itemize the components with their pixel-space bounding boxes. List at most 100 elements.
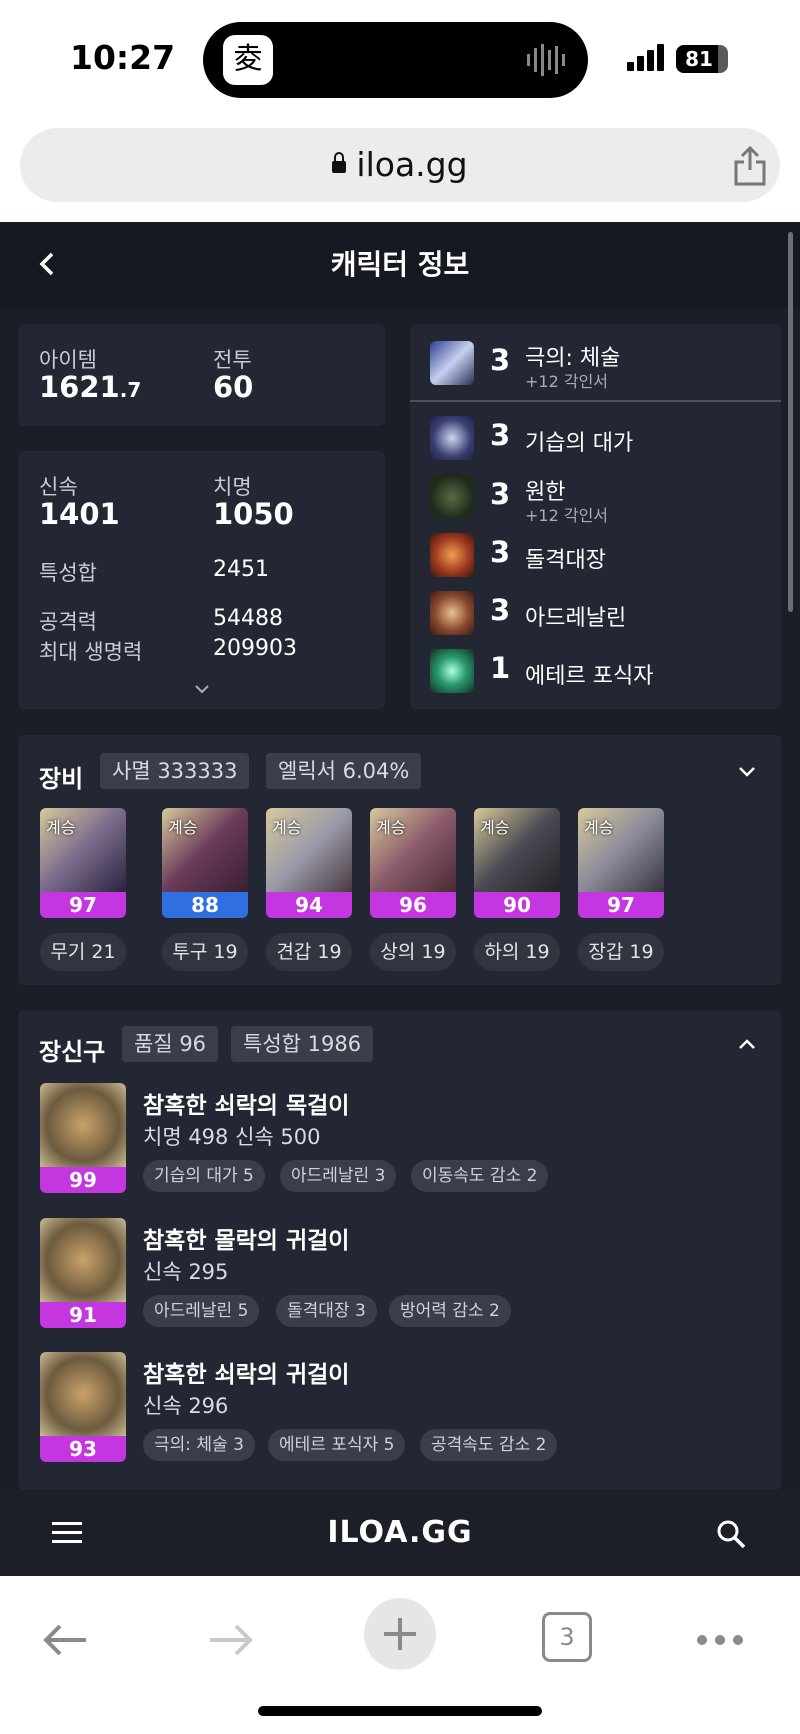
accessories-title: 장신구 bbox=[39, 1038, 106, 1066]
accessory-image: 91 bbox=[40, 1218, 126, 1328]
equipment-helmet[interactable]: 계승 88 bbox=[162, 808, 248, 918]
engraving-chip: 극의: 체술 3 bbox=[143, 1429, 255, 1461]
battery-icon: 81 bbox=[676, 45, 728, 73]
engraving-level: 1 bbox=[490, 651, 511, 685]
engraving-icon bbox=[430, 591, 474, 635]
stats-card: 신속 1401 치명 1050 특성합 2451 공격력 54488 최대 생명… bbox=[18, 451, 385, 709]
engraving-level: 3 bbox=[490, 477, 511, 511]
equipment-label: 무기 21 bbox=[40, 933, 126, 971]
accessory-stats: 신속 295 bbox=[143, 1260, 229, 1284]
tabs-button[interactable]: 3 bbox=[542, 1612, 592, 1662]
search-icon[interactable] bbox=[715, 1518, 747, 1550]
quality-bar: 91 bbox=[40, 1302, 126, 1328]
engraving-chip: 방어력 감소 2 bbox=[389, 1295, 511, 1327]
url-field[interactable]: iloa.gg bbox=[20, 128, 780, 202]
equipment-label: 견갑 19 bbox=[266, 933, 352, 971]
quality-badge: 품질 96 bbox=[122, 1026, 219, 1062]
engraving-name: 에테르 포식자 bbox=[525, 664, 654, 689]
new-tab-button[interactable] bbox=[364, 1598, 436, 1670]
quality-bar: 99 bbox=[40, 1167, 126, 1193]
engraving-row[interactable]: 3 돌격대장 bbox=[430, 530, 780, 580]
equipment-tag: 계승 bbox=[272, 818, 302, 837]
swiftness-value: 1401 bbox=[39, 497, 120, 531]
engraving-chip: 에테르 포식자 5 bbox=[268, 1429, 406, 1461]
home-indicator[interactable] bbox=[258, 1706, 542, 1716]
accessory-name: 참혹한 몰락의 귀걸이 bbox=[143, 1228, 350, 1254]
quality-bar: 96 bbox=[370, 892, 456, 918]
battery-level: 81 bbox=[685, 47, 713, 71]
max-hp-value: 209903 bbox=[213, 636, 297, 661]
app-icon: 夌 bbox=[223, 35, 273, 85]
engraving-icon bbox=[430, 533, 474, 577]
quality-bar: 90 bbox=[474, 892, 560, 918]
browser-toolbar: 3 bbox=[0, 1576, 800, 1734]
earring-picture bbox=[40, 1352, 126, 1436]
earring-picture bbox=[40, 1218, 126, 1302]
equipment-label: 투구 19 bbox=[162, 933, 248, 971]
status-bar: 10:27 夌 81 bbox=[0, 0, 800, 122]
collapse-chevron-icon[interactable] bbox=[738, 1037, 756, 1051]
engraving-row[interactable]: 3 극의: 체술 +12 각인서 bbox=[430, 338, 780, 391]
necklace-picture bbox=[40, 1083, 126, 1167]
engraving-chip: 아드레날린 5 bbox=[143, 1295, 260, 1327]
engraving-name: 돌격대장 bbox=[525, 548, 606, 573]
engraving-chip: 아드레날린 3 bbox=[280, 1160, 397, 1192]
attack-label: 공격력 bbox=[39, 610, 97, 634]
browser-forward-icon[interactable] bbox=[206, 1620, 256, 1660]
collapse-chevron-icon[interactable] bbox=[738, 765, 756, 779]
share-icon[interactable] bbox=[732, 146, 768, 186]
engraving-divider bbox=[410, 400, 781, 402]
max-hp-label: 최대 생명력 bbox=[39, 640, 143, 664]
lock-icon bbox=[332, 151, 347, 173]
engraving-name: 아드레날린 bbox=[525, 606, 627, 631]
equipment-label: 상의 19 bbox=[370, 933, 456, 971]
signal-icon bbox=[627, 44, 664, 71]
engraving-chip: 돌격대장 3 bbox=[276, 1295, 377, 1327]
site-logo[interactable]: ILOA.GG bbox=[0, 1490, 800, 1576]
engraving-book: +12 각인서 bbox=[525, 372, 609, 391]
item-level-decimal: .7 bbox=[119, 378, 142, 402]
equipment-tag: 계승 bbox=[46, 818, 76, 837]
engraving-icon bbox=[430, 416, 474, 460]
trait-sum-badge: 특성합 1986 bbox=[231, 1026, 374, 1062]
quality-bar: 97 bbox=[40, 892, 126, 918]
expand-chevron-icon[interactable] bbox=[194, 683, 210, 695]
engraving-row[interactable]: 3 아드레날린 bbox=[430, 588, 780, 638]
engraving-level: 3 bbox=[490, 593, 511, 627]
accessory-image: 93 bbox=[40, 1352, 126, 1462]
engraving-row[interactable]: 3 원한 +12 각인서 bbox=[430, 472, 780, 525]
combat-level-value: 60 bbox=[213, 370, 254, 404]
equipment-label: 하의 19 bbox=[474, 933, 560, 971]
scrollbar[interactable] bbox=[788, 232, 793, 612]
accessory-name: 참혹한 쇠락의 귀걸이 bbox=[143, 1362, 350, 1388]
engraving-book: +12 각인서 bbox=[525, 506, 609, 525]
url-text: iloa.gg bbox=[356, 145, 468, 184]
equipment-tag: 계승 bbox=[376, 818, 406, 837]
more-icon[interactable] bbox=[696, 1634, 744, 1646]
engraving-row[interactable]: 3 기습의 대가 bbox=[430, 413, 780, 463]
status-time: 10:27 bbox=[70, 38, 176, 77]
engraving-name: 기습의 대가 bbox=[525, 431, 634, 456]
accessory-stats: 치명 498 신속 500 bbox=[143, 1125, 321, 1149]
dynamic-island: 夌 bbox=[203, 22, 588, 98]
equipment-shoulder[interactable]: 계승 94 bbox=[266, 808, 352, 918]
engraving-icon bbox=[430, 475, 474, 519]
quality-bar: 88 bbox=[162, 892, 248, 918]
equipment-weapon[interactable]: 계승 97 bbox=[40, 808, 126, 918]
url-text-wrap: iloa.gg bbox=[20, 128, 780, 202]
engraving-level: 3 bbox=[490, 343, 511, 377]
equipment-pants[interactable]: 계승 90 bbox=[474, 808, 560, 918]
equipment-title: 장비 bbox=[39, 765, 84, 793]
plus-icon bbox=[384, 1618, 416, 1650]
accessories-card: 장신구 품질 96 특성합 1986 bbox=[18, 1010, 781, 1490]
item-level-integer: 1621 bbox=[39, 370, 120, 404]
attack-value: 54488 bbox=[213, 606, 283, 631]
equipment-gloves[interactable]: 계승 97 bbox=[578, 808, 664, 918]
equipment-chest[interactable]: 계승 96 bbox=[370, 808, 456, 918]
elixir-badge: 엘릭서 6.04% bbox=[266, 753, 422, 789]
engraving-row[interactable]: 1 에테르 포식자 bbox=[430, 646, 780, 696]
accessory-name: 참혹한 쇠락의 목걸이 bbox=[143, 1093, 350, 1119]
browser-back-icon[interactable] bbox=[40, 1620, 90, 1660]
engraving-icon bbox=[430, 341, 474, 385]
page-title: 캐릭터 정보 bbox=[330, 248, 470, 281]
